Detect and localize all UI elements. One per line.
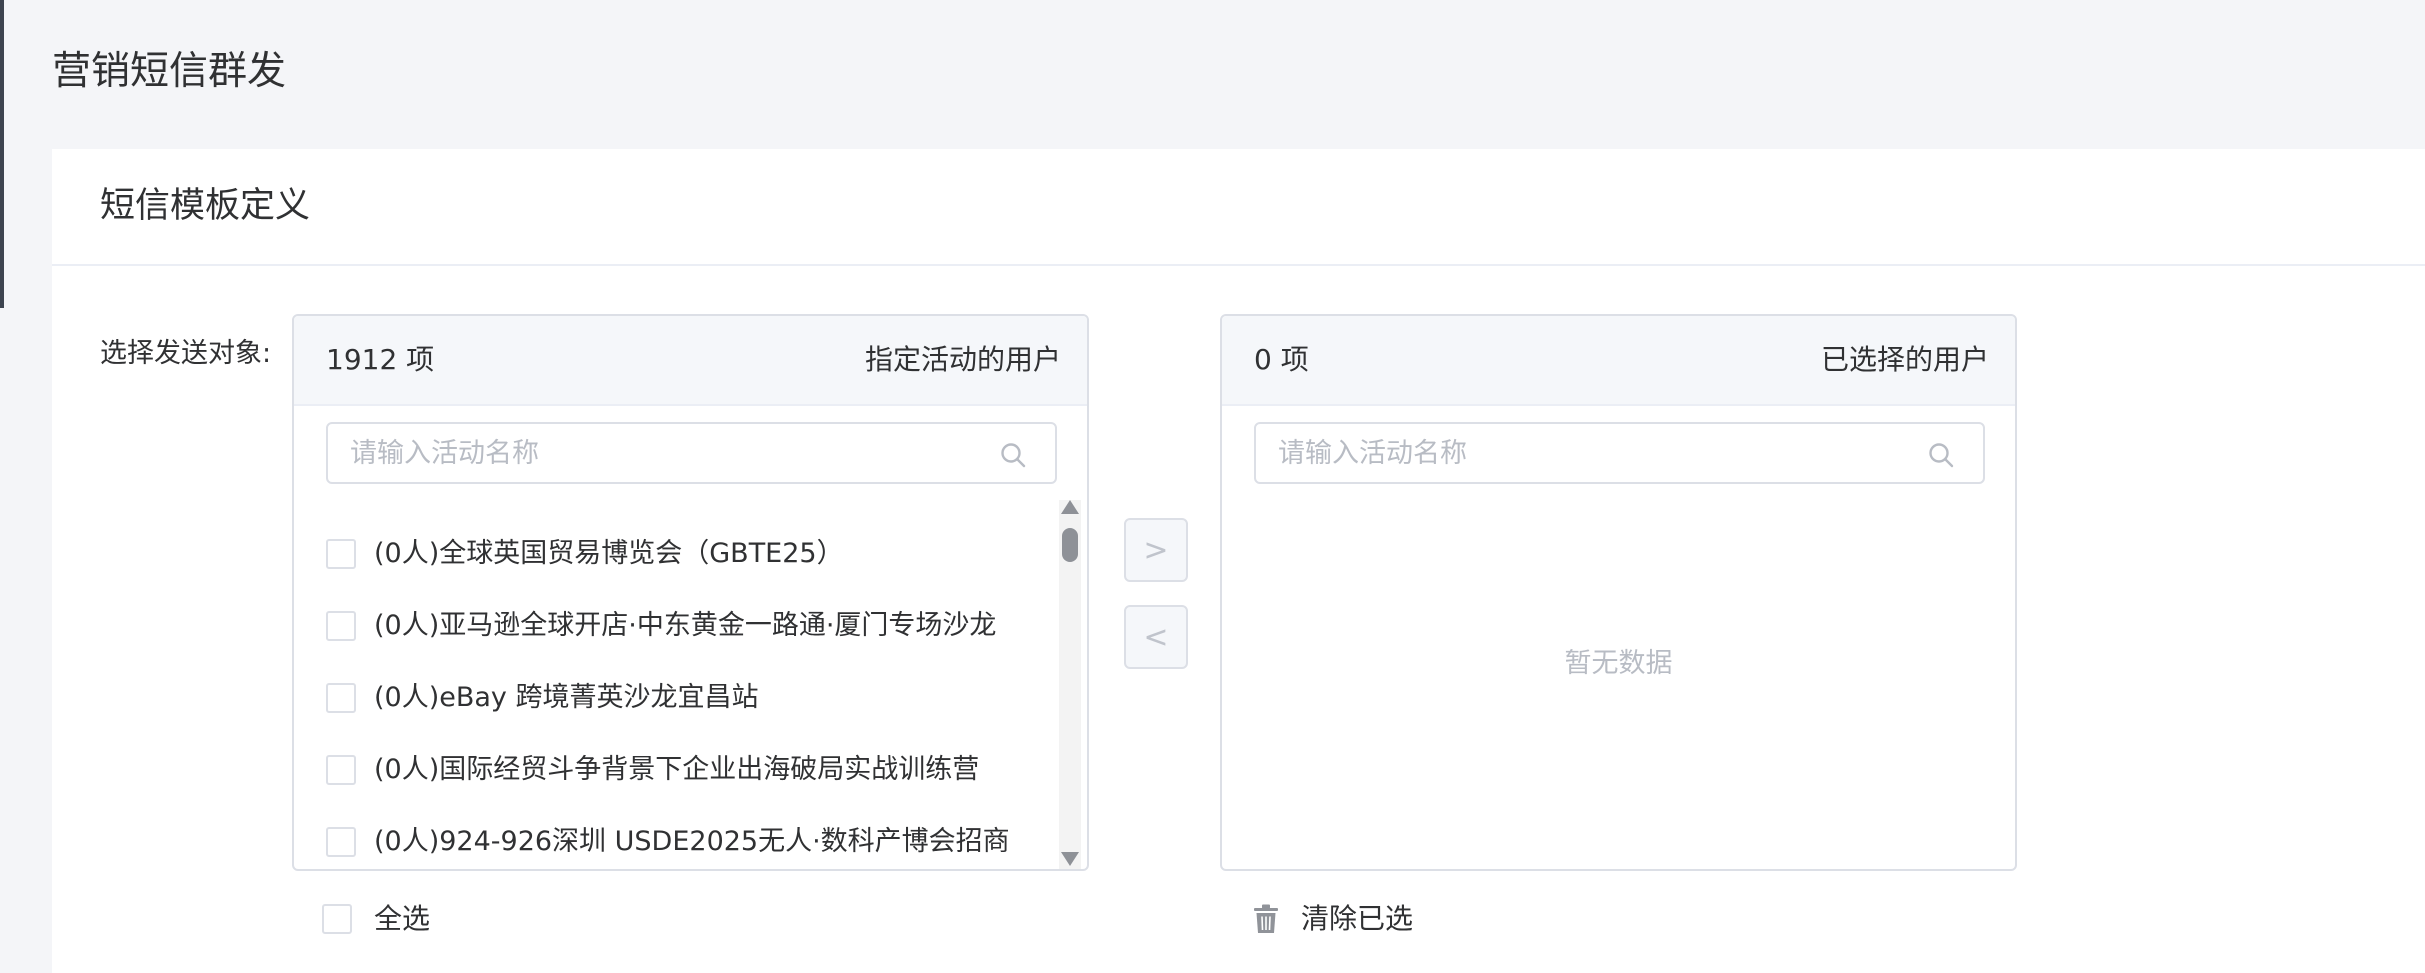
triangle-down-icon[interactable] bbox=[1061, 852, 1079, 866]
move-to-left-button[interactable]: < bbox=[1124, 605, 1188, 669]
select-all-checkbox[interactable] bbox=[322, 904, 352, 934]
target-label: 选择发送对象: bbox=[100, 338, 272, 369]
item-checkbox[interactable] bbox=[326, 683, 356, 713]
item-label: (0人)全球英国贸易博览会（GBTE25） bbox=[374, 538, 844, 569]
list-item[interactable]: (0人)全球英国贸易博览会（GBTE25） bbox=[326, 534, 844, 574]
chevron-left-icon: < bbox=[1143, 619, 1169, 655]
target-search-box bbox=[1254, 422, 1985, 484]
item-label: (0人)亚马逊全球开店·中东黄金一路通·厦门专场沙龙 bbox=[374, 610, 997, 641]
empty-state-text: 暂无数据 bbox=[1564, 648, 1673, 679]
target-search-input[interactable] bbox=[1278, 424, 1878, 482]
card-header: 短信模板定义 bbox=[52, 149, 2425, 266]
select-all-label: 全选 bbox=[374, 902, 431, 935]
clear-selected-button[interactable]: 清除已选 bbox=[1253, 899, 1413, 939]
source-search-box bbox=[326, 422, 1057, 484]
chevron-right-icon: > bbox=[1143, 532, 1169, 568]
scrollbar-thumb[interactable] bbox=[1062, 528, 1078, 562]
target-panel-title: 已选择的用户 bbox=[1820, 343, 1989, 376]
trash-icon bbox=[1254, 904, 1278, 933]
source-panel-header: 1912 项 指定活动的用户 bbox=[294, 316, 1087, 406]
item-checkbox[interactable] bbox=[326, 611, 356, 641]
card-title: 短信模板定义 bbox=[100, 186, 311, 226]
source-search-input[interactable] bbox=[350, 424, 950, 482]
item-checkbox[interactable] bbox=[326, 539, 356, 569]
search-icon[interactable] bbox=[999, 441, 1027, 469]
source-count: 1912 项 bbox=[326, 343, 435, 376]
triangle-up-icon[interactable] bbox=[1061, 500, 1079, 514]
move-to-right-button[interactable]: > bbox=[1124, 518, 1188, 582]
target-panel-header: 0 项 已选择的用户 bbox=[1222, 316, 2015, 406]
item-checkbox[interactable] bbox=[326, 827, 356, 857]
list-item[interactable]: (0人)亚马逊全球开店·中东黄金一路通·厦门专场沙龙 bbox=[326, 606, 996, 646]
sidebar-edge bbox=[0, 0, 4, 308]
select-all-control[interactable]: 全选 bbox=[322, 899, 430, 939]
clear-selected-label: 清除已选 bbox=[1301, 902, 1414, 935]
item-label: (0人)国际经贸斗争背景下企业出海破局实战训练营 bbox=[374, 754, 980, 785]
target-panel: 0 项 已选择的用户 暂无数据 bbox=[1220, 314, 2017, 871]
item-label: (0人)924-926深圳 USDE2025无人·数科产博会招商 bbox=[374, 826, 1010, 857]
page-title: 营销短信群发 bbox=[52, 49, 287, 94]
list-item[interactable]: (0人)924-926深圳 USDE2025无人·数科产博会招商 bbox=[326, 822, 1010, 862]
search-icon[interactable] bbox=[1927, 441, 1955, 469]
source-list-scrollbar[interactable] bbox=[1059, 500, 1083, 869]
item-label: (0人)eBay 跨境菁英沙龙宜昌站 bbox=[374, 682, 759, 713]
list-item[interactable]: (0人)eBay 跨境菁英沙龙宜昌站 bbox=[326, 678, 759, 718]
source-list: (0人)全球英国贸易博览会（GBTE25） (0人)亚马逊全球开店·中东黄金一路… bbox=[294, 500, 1051, 869]
item-checkbox[interactable] bbox=[326, 755, 356, 785]
target-count: 0 项 bbox=[1254, 343, 1309, 376]
source-panel-title: 指定活动的用户 bbox=[864, 343, 1061, 376]
source-panel: 1912 项 指定活动的用户 (0人)全球英国贸易博览会（GBTE25） (0人… bbox=[292, 314, 1089, 871]
list-item[interactable]: (0人)国际经贸斗争背景下企业出海破局实战训练营 bbox=[326, 750, 979, 790]
